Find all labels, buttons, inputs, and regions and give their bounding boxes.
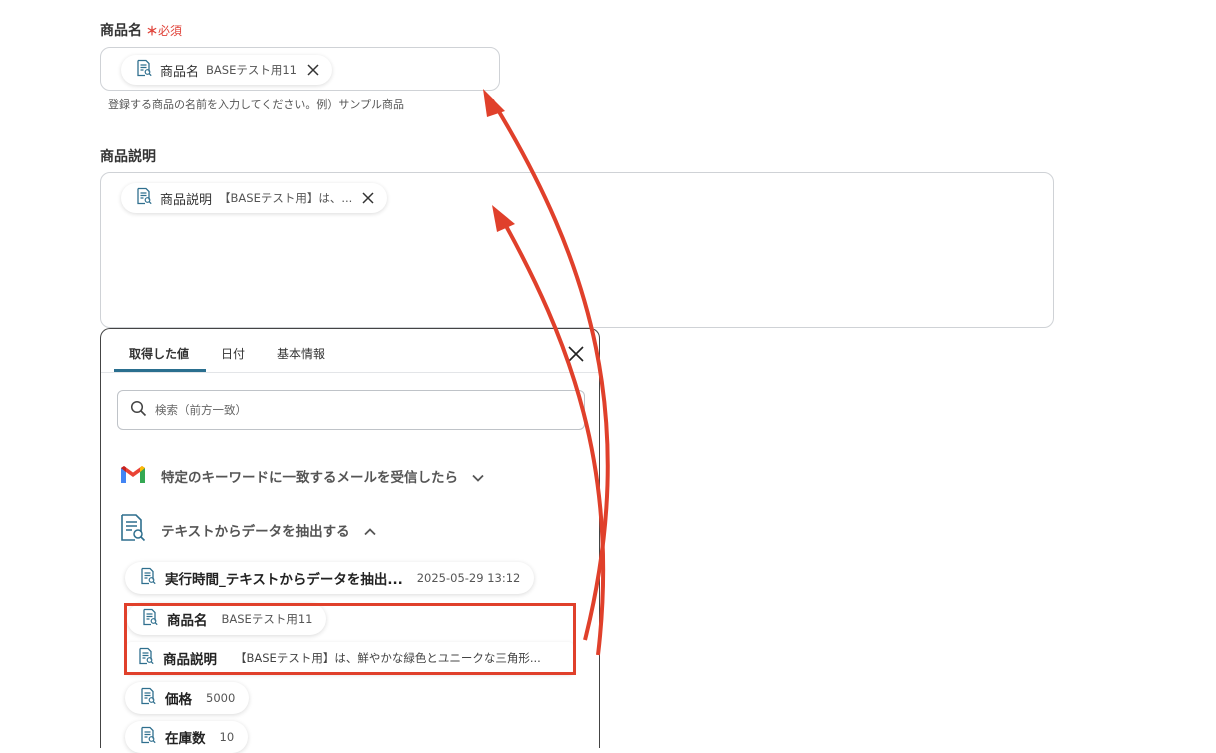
annotation-arrows <box>483 89 610 656</box>
arrow-to-product-name <box>490 98 610 641</box>
arrow-head-product-description <box>492 205 515 232</box>
arrow-to-product-description <box>498 214 606 656</box>
